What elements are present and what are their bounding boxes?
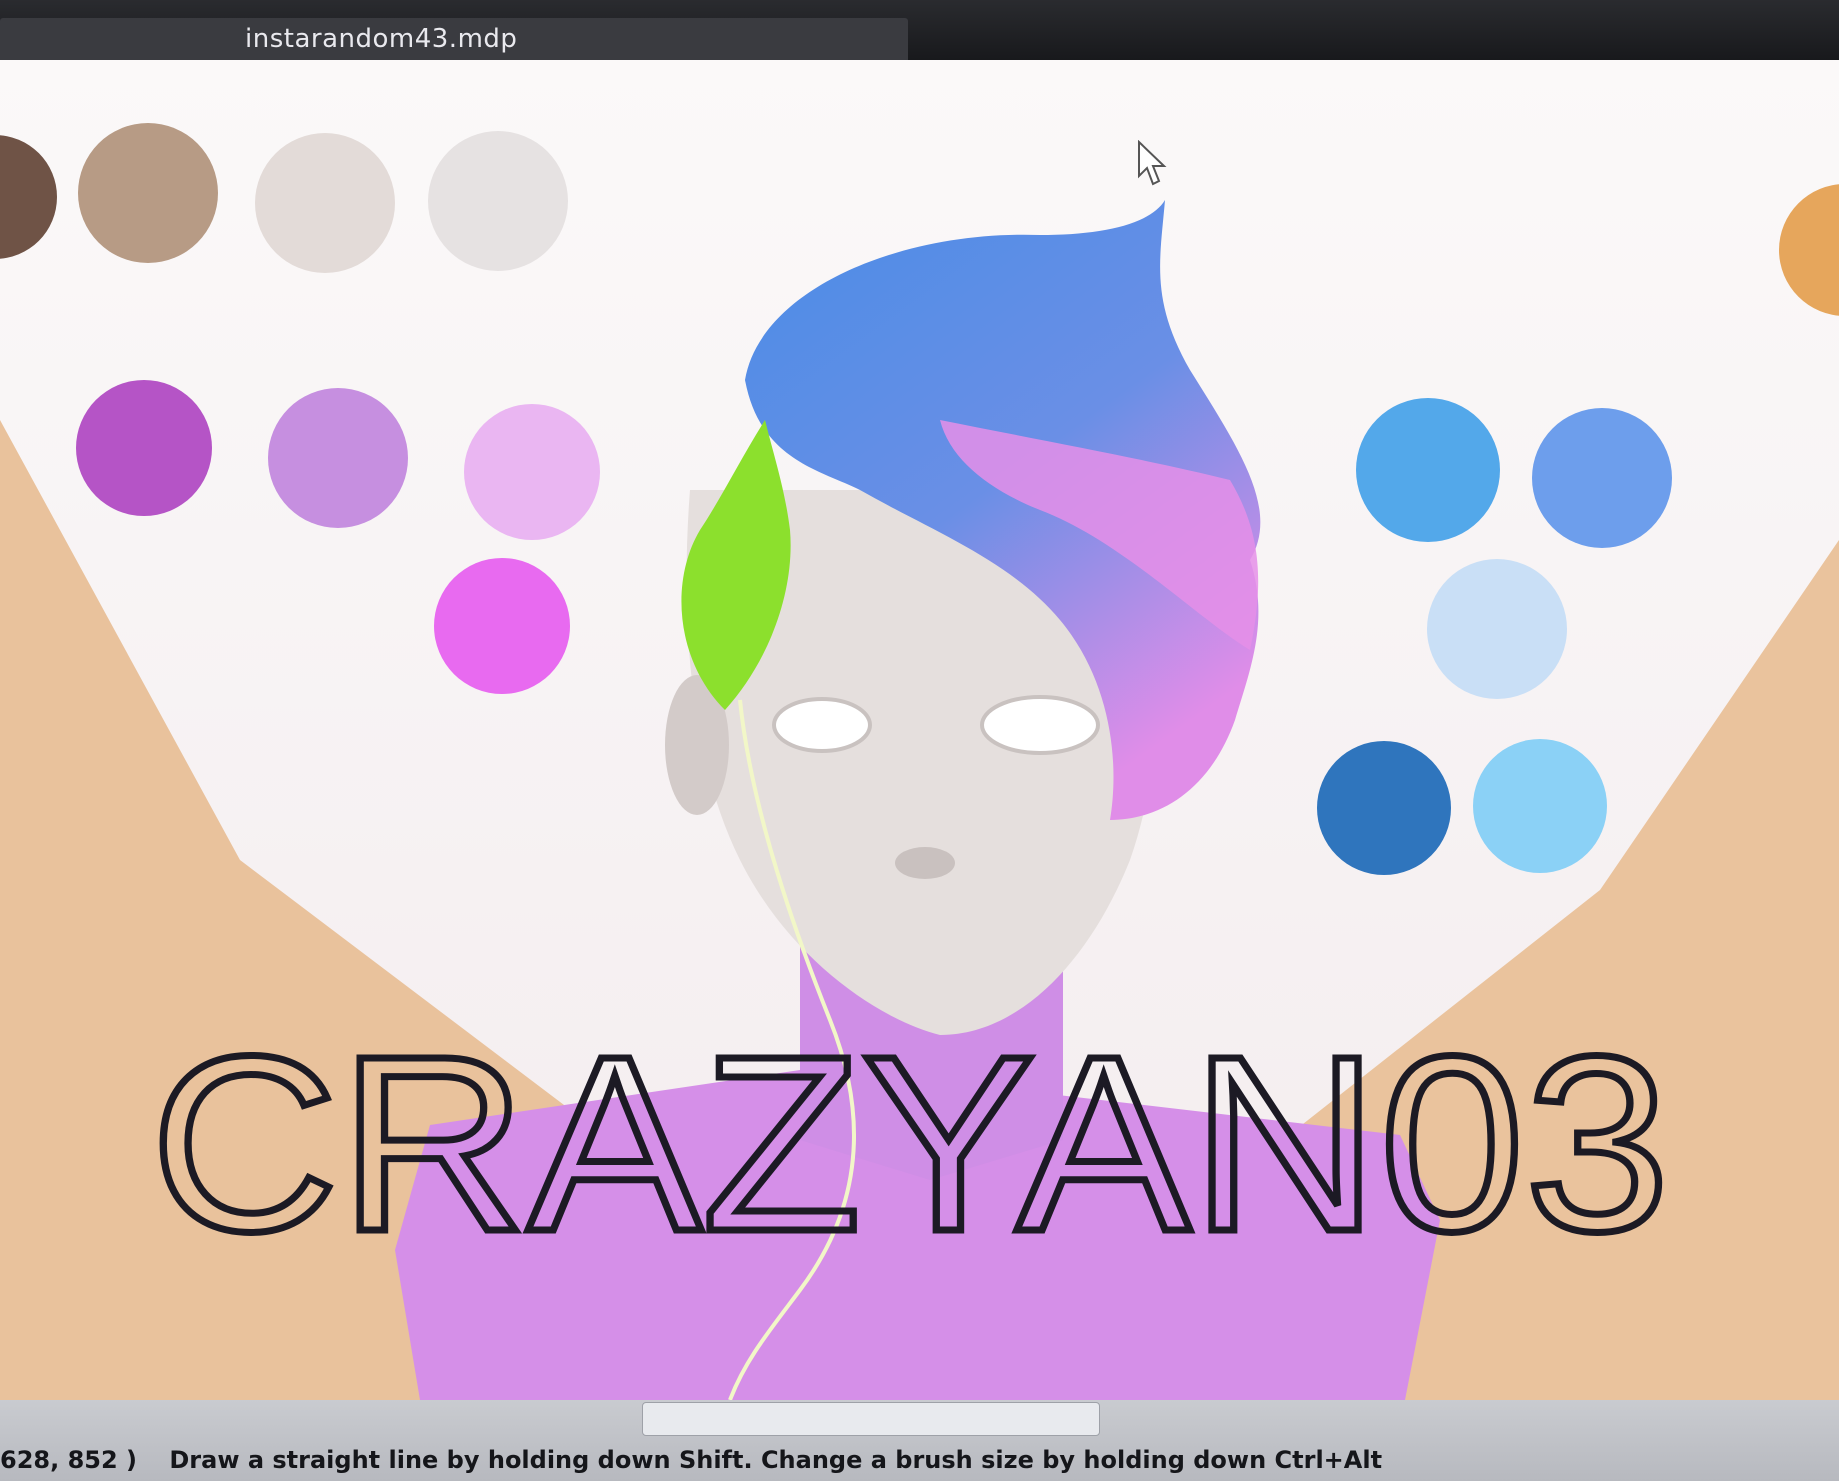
swatch-6[interactable] — [268, 388, 408, 528]
swatch-14[interactable] — [1473, 739, 1607, 873]
character-nose — [895, 847, 955, 879]
character-left-eye — [772, 697, 872, 753]
cursor-coordinates: 628, 852 ) — [0, 1446, 137, 1474]
swatch-11[interactable] — [1532, 408, 1672, 548]
file-tab[interactable]: instarandom43.mdp — [0, 18, 908, 60]
horizontal-scrollbar-thumb[interactable] — [642, 1402, 1100, 1436]
title-bar: instarandom43.mdp — [0, 0, 1839, 60]
swatch-3[interactable] — [255, 133, 395, 273]
swatch-10[interactable] — [1356, 398, 1500, 542]
character-right-eye — [980, 695, 1100, 755]
status-text: 628, 852 ) Draw a straight line by holdi… — [0, 1446, 1406, 1474]
canvas-title-text: CRAZYAN03 — [150, 1004, 1670, 1283]
swatch-8[interactable] — [434, 558, 570, 694]
mouse-cursor-icon — [1138, 140, 1167, 186]
canvas-area[interactable]: CRAZYAN03 — [0, 60, 1839, 1400]
status-hint: Draw a straight line by holding down Shi… — [169, 1446, 1383, 1474]
swatch-5[interactable] — [76, 380, 212, 516]
swatch-7[interactable] — [464, 404, 600, 540]
artwork-canvas[interactable]: CRAZYAN03 — [0, 60, 1839, 1400]
file-tab-label: instarandom43.mdp — [245, 24, 518, 54]
swatch-12[interactable] — [1427, 559, 1567, 699]
swatch-2[interactable] — [78, 123, 218, 263]
status-bar: 628, 852 ) Draw a straight line by holdi… — [0, 1400, 1839, 1481]
swatch-4[interactable] — [428, 131, 568, 271]
swatch-13[interactable] — [1317, 741, 1451, 875]
